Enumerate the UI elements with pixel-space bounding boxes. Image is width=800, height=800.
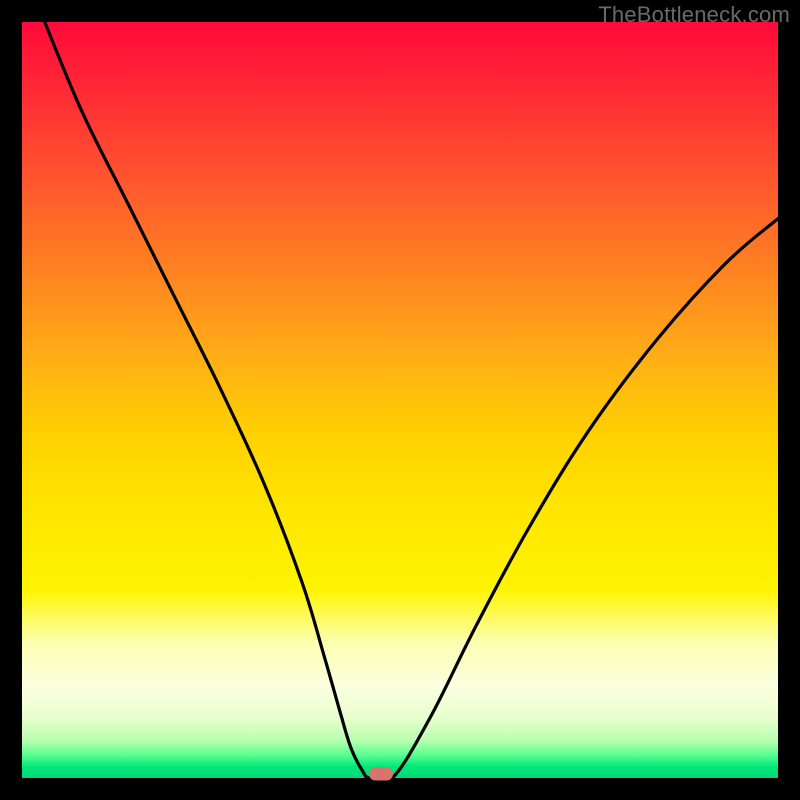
bottleneck-curve <box>22 22 778 778</box>
chart-frame: TheBottleneck.com <box>0 0 800 800</box>
plot-area <box>22 22 778 778</box>
optimal-point-marker <box>369 768 393 781</box>
